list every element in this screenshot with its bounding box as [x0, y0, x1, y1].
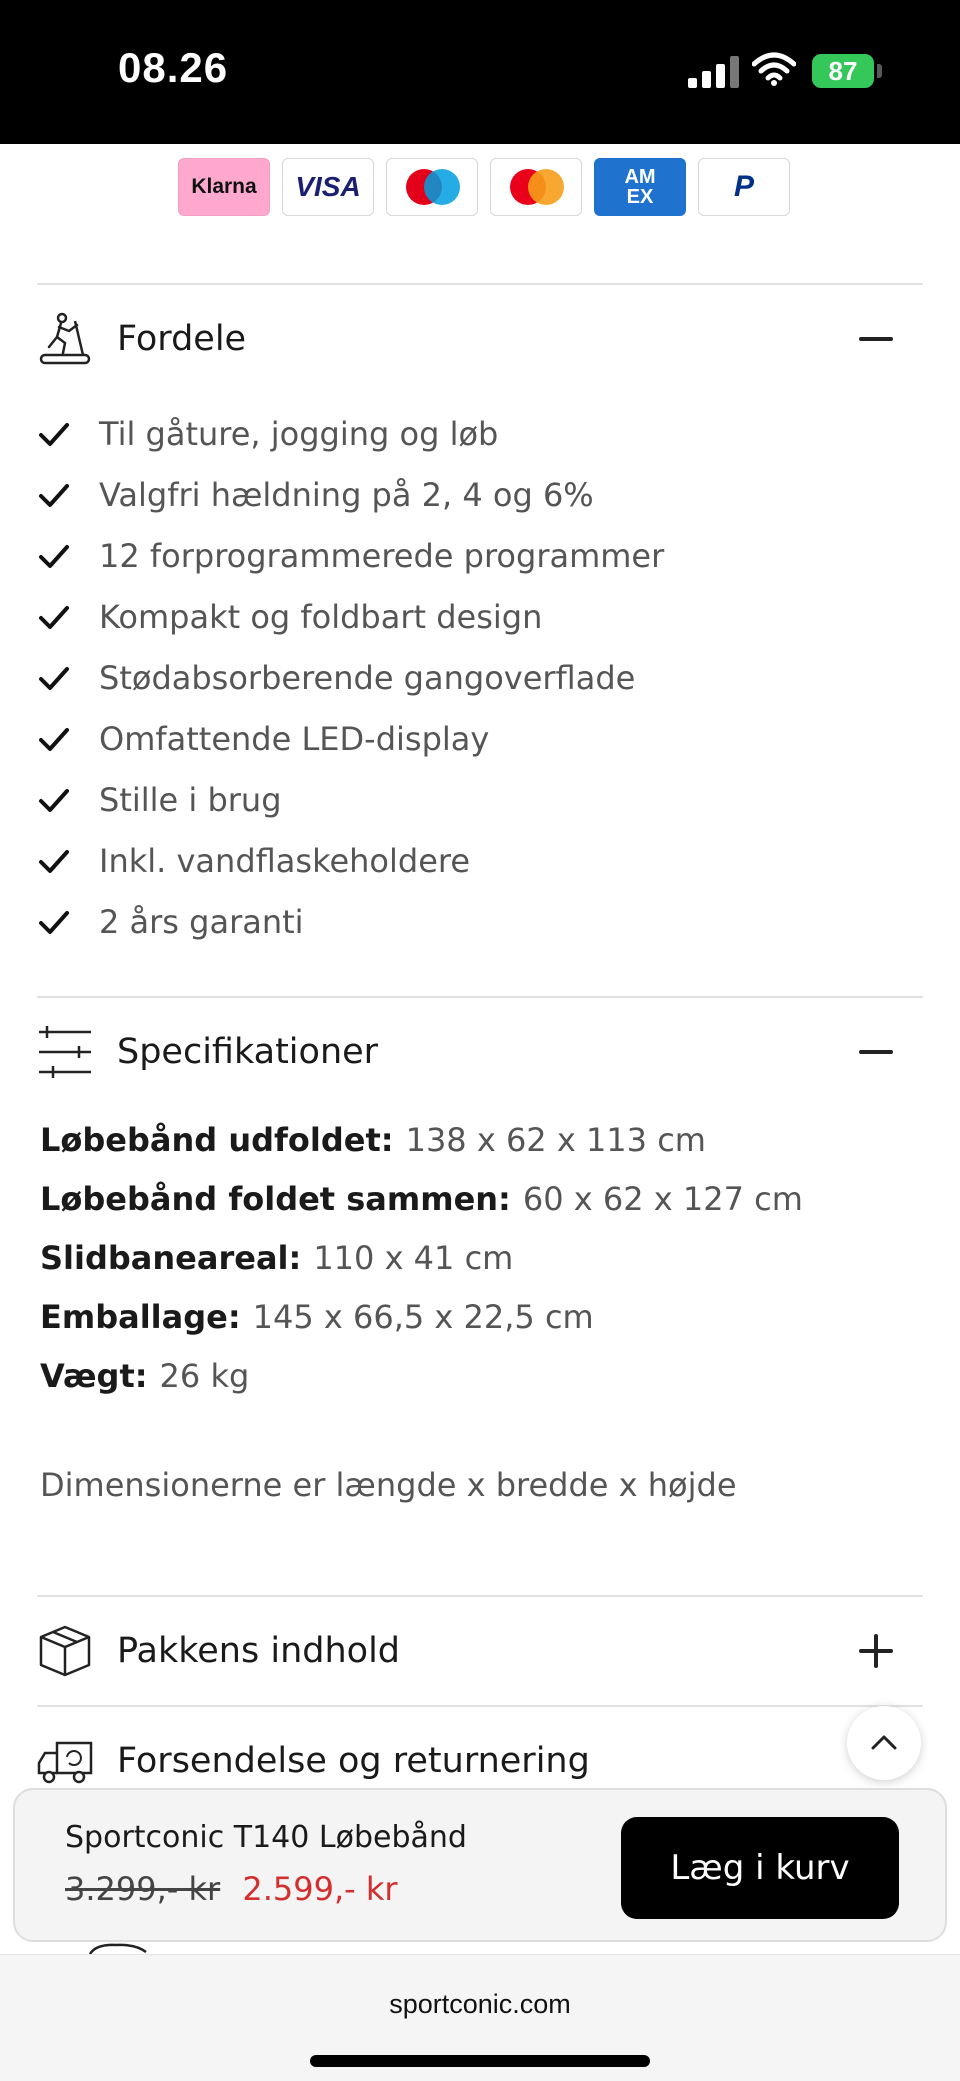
- list-item: Stille i brug: [37, 769, 923, 830]
- check-icon: [39, 788, 69, 812]
- check-icon: [39, 849, 69, 873]
- spec-value: 110 x 41 cm: [313, 1238, 514, 1277]
- benefit-text: Til gåture, jogging og løb: [99, 414, 499, 453]
- spec-label: Slidbaneareal:: [40, 1238, 302, 1277]
- divider: [37, 1705, 923, 1707]
- benefits-list: Til gåture, jogging og løb Valgfri hældn…: [37, 403, 923, 952]
- partial-icon: [88, 1943, 147, 1954]
- treadmill-icon: [39, 312, 91, 365]
- klarna-logo: Klarna: [178, 158, 270, 216]
- list-item: Inkl. vandflaskeholdere: [37, 830, 923, 891]
- spec-label: Løbebånd foldet sammen:: [40, 1179, 511, 1218]
- check-icon: [39, 605, 69, 629]
- battery-indicator: 87: [812, 54, 874, 88]
- spec-value: 138 x 62 x 113 cm: [405, 1120, 706, 1159]
- collapse-icon[interactable]: [859, 322, 893, 356]
- benefit-text: 12 forprogrammerede programmer: [99, 536, 665, 575]
- benefit-text: Valgfri hældning på 2, 4 og 6%: [99, 475, 594, 514]
- list-item: 2 års garanti: [37, 891, 923, 952]
- specifications-list: Løbebånd udfoldet: 138 x 62 x 113 cm Løbe…: [40, 1110, 926, 1405]
- add-to-cart-button[interactable]: Læg i kurv: [621, 1817, 899, 1919]
- accordion-benefits[interactable]: Fordele: [37, 299, 923, 379]
- status-time: 08.26: [118, 44, 229, 91]
- divider: [37, 1595, 923, 1597]
- benefits-title: Fordele: [117, 319, 247, 359]
- check-icon: [39, 422, 69, 446]
- spec-label: Vægt:: [40, 1356, 148, 1395]
- specifications-title: Specifikationer: [117, 1032, 379, 1072]
- amex-label-top: AM: [624, 166, 656, 188]
- battery-cap: [877, 64, 882, 78]
- package-contents-title: Pakkens indhold: [117, 1631, 401, 1671]
- price-row: 3.299,- kr 2.599,- kr: [65, 1870, 398, 1908]
- browser-bar: sportconic.com: [0, 1954, 960, 2081]
- mastercard-logo: [490, 158, 582, 216]
- accordion-package-contents[interactable]: Pakkens indhold: [37, 1611, 923, 1691]
- spec-value: 145 x 66,5 x 22,5 cm: [252, 1297, 594, 1336]
- old-price: 3.299,- kr: [65, 1870, 221, 1908]
- amex-label-bottom: EX: [626, 186, 654, 208]
- spec-row: Vægt: 26 kg: [40, 1346, 926, 1405]
- spec-row: Slidbaneareal: 110 x 41 cm: [40, 1228, 926, 1287]
- benefit-text: Stødabsorberende gangoverflade: [99, 658, 636, 697]
- spec-label: Emballage:: [40, 1297, 241, 1336]
- box-icon: [39, 1625, 91, 1677]
- list-item: Kompakt og foldbart design: [37, 586, 923, 647]
- divider: [37, 283, 923, 285]
- status-bar: 08.26 87: [0, 0, 960, 144]
- expand-icon[interactable]: [859, 1634, 893, 1668]
- accordion-specifications[interactable]: Specifikationer: [37, 1012, 923, 1092]
- sale-price: 2.599,- kr: [242, 1870, 398, 1908]
- check-icon: [39, 727, 69, 751]
- list-item: 12 forprogrammerede programmer: [37, 525, 923, 586]
- benefit-text: Kompakt og foldbart design: [99, 597, 543, 636]
- shipping-title: Forsendelse og returnering: [117, 1741, 590, 1781]
- sliders-icon: [39, 1026, 91, 1078]
- sticky-add-to-cart: Sportconic T140 Løbebånd 3.299,- kr 2.59…: [13, 1788, 947, 1942]
- visa-logo: VISA: [282, 158, 374, 216]
- spec-row: Løbebånd foldet sammen: 60 x 62 x 127 cm: [40, 1169, 926, 1228]
- check-icon: [39, 666, 69, 690]
- truck-icon: [37, 1741, 93, 1784]
- spec-value: 26 kg: [159, 1356, 250, 1395]
- check-icon: [39, 910, 69, 934]
- spec-label: Løbebånd udfoldet:: [40, 1120, 394, 1159]
- paypal-logo: P: [698, 158, 790, 216]
- list-item: Stødabsorberende gangoverflade: [37, 647, 923, 708]
- check-icon: [39, 544, 69, 568]
- collapse-icon[interactable]: [859, 1035, 893, 1069]
- spec-row: Emballage: 145 x 66,5 x 22,5 cm: [40, 1287, 926, 1346]
- url-label[interactable]: sportconic.com: [0, 1989, 960, 2020]
- list-item: Omfattende LED-display: [37, 708, 923, 769]
- check-icon: [39, 483, 69, 507]
- scroll-to-top-button[interactable]: [847, 1706, 921, 1780]
- product-name: Sportconic T140 Løbebånd: [65, 1820, 467, 1855]
- maestro-logo: [386, 158, 478, 216]
- home-indicator: [310, 2055, 650, 2067]
- wifi-icon: [752, 52, 796, 86]
- benefit-text: Inkl. vandflaskeholdere: [99, 841, 471, 880]
- benefit-text: Stille i brug: [99, 780, 282, 819]
- list-item: Valgfri hældning på 2, 4 og 6%: [37, 464, 923, 525]
- divider: [37, 996, 923, 998]
- list-item: Til gåture, jogging og løb: [37, 403, 923, 464]
- chevron-up-icon: [871, 1735, 897, 1750]
- spec-value: 60 x 62 x 127 cm: [522, 1179, 803, 1218]
- benefit-text: Omfattende LED-display: [99, 719, 490, 758]
- spec-row: Løbebånd udfoldet: 138 x 62 x 113 cm: [40, 1110, 926, 1169]
- cellular-signal-icon: [688, 56, 740, 88]
- amex-logo: AM EX: [594, 158, 686, 216]
- paypal-label: P: [733, 170, 754, 203]
- benefit-text: 2 års garanti: [99, 902, 304, 941]
- dimensions-note: Dimensionerne er længde x bredde x højde: [40, 1466, 737, 1504]
- payment-methods: Klarna VISA AM EX P: [178, 158, 790, 218]
